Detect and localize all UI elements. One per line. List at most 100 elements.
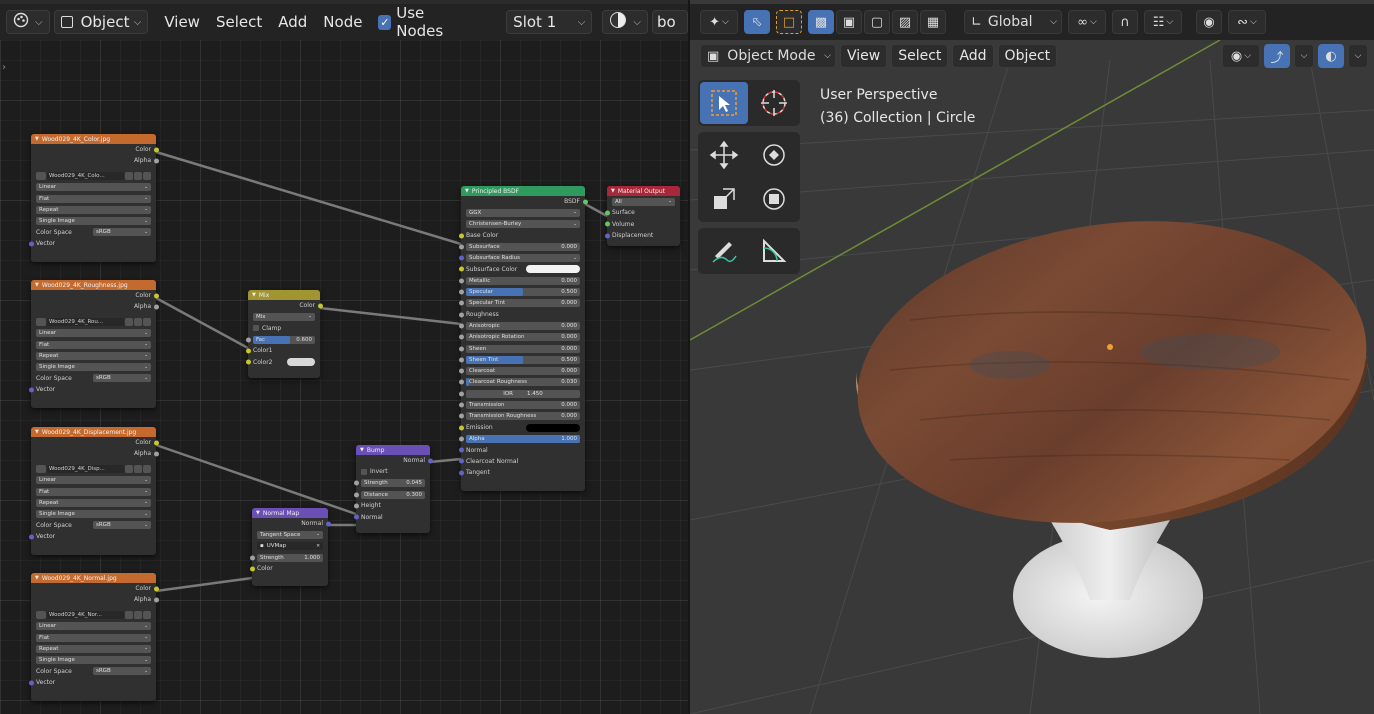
pivot-point-dropdown[interactable]: ∞ ⌵ [1068, 10, 1106, 34]
vector-socket-icon[interactable] [28, 241, 34, 247]
projection-dropdown[interactable]: Flat ⌄ [36, 487, 151, 496]
colorspace-dropdown[interactable]: sRGB ⌄ [93, 374, 151, 383]
vector-socket-icon[interactable] [458, 470, 464, 476]
color-socket-icon[interactable] [458, 266, 464, 272]
shader-node-editor[interactable]: ⌵ Object ⌵ View Select Add Node ✓ Use No… [0, 0, 688, 714]
material-browse-button[interactable]: ⌵ [602, 10, 648, 34]
color-socket-icon[interactable] [458, 425, 464, 431]
color-socket-icon[interactable] [317, 303, 323, 309]
annotate-tool[interactable] [700, 230, 748, 272]
colorspace-dropdown[interactable]: sRGB ⌄ [93, 228, 151, 237]
target-dropdown[interactable]: All ⌄ [612, 197, 675, 206]
overlays-toggle[interactable]: ◐ [1318, 44, 1344, 68]
image-icon[interactable] [36, 465, 46, 474]
vector-socket-icon[interactable] [427, 458, 433, 464]
image-selector[interactable]: Wood029_4K_Rou... [31, 317, 156, 328]
bsdf-value-field[interactable]: IOR 1.450 [466, 389, 580, 398]
float-socket-icon[interactable] [458, 391, 464, 397]
strength-field[interactable]: Strength 1.000 [257, 553, 323, 562]
vector-socket-icon[interactable] [28, 680, 34, 686]
strength-field[interactable]: Strength 0.045 [361, 479, 425, 488]
bsdf-value-field[interactable]: Sheen 0.000 [466, 344, 580, 353]
menu-select[interactable]: Select [210, 10, 268, 34]
image-icon[interactable] [36, 611, 46, 620]
float-socket-icon[interactable] [458, 244, 464, 250]
float-socket-icon[interactable] [153, 158, 159, 164]
select-box-mode-button[interactable]: □ [776, 10, 802, 34]
bsdf-value-field[interactable]: Subsurface 0.000 [466, 242, 580, 251]
projection-dropdown[interactable]: Flat ⌄ [36, 194, 151, 203]
mode-new-button[interactable]: ▩ [808, 10, 834, 34]
editor-type-button[interactable]: ⌵ [6, 10, 50, 34]
color-socket-icon[interactable] [153, 440, 159, 446]
color-socket-icon[interactable] [245, 348, 251, 354]
image-texture-node-roughness[interactable]: ▼ Wood029_4K_Roughness.jpg Color Alpha Wo… [28, 280, 159, 408]
image-name-field[interactable]: Wood029_4K_Rou... [47, 318, 124, 327]
mix-rgb-node[interactable]: ▼ Mix Color Mix ⌄ Clamp Fac 0.600 Color1 Co… [245, 290, 323, 378]
collapse-triangle-icon[interactable]: ▼ [465, 188, 469, 194]
collapse-triangle-icon[interactable]: ▼ [35, 429, 39, 435]
mode-intersect-button[interactable]: ▦ [920, 10, 946, 34]
shader-type-dropdown[interactable]: Object ⌵ [53, 10, 149, 34]
close-icon[interactable] [143, 611, 151, 620]
source-dropdown[interactable]: Single Image ⌄ [36, 656, 151, 665]
shader-socket-icon[interactable] [604, 210, 610, 216]
folder-icon[interactable] [134, 318, 142, 327]
bsdf-value-field[interactable]: Transmission Roughness 0.000 [466, 412, 580, 421]
float-socket-icon[interactable] [458, 379, 464, 385]
node-header[interactable]: ▼ Wood029_4K_Normal.jpg [31, 573, 156, 583]
float-socket-icon[interactable] [458, 346, 464, 351]
bsdf-value-field[interactable]: Sheen Tint 0.500 [466, 355, 580, 364]
material-output-node[interactable]: ▼ Material Output All ⌄ Surface Volume Dis… [604, 186, 680, 246]
node-header[interactable]: ▼ Mix [248, 290, 320, 300]
float-socket-icon[interactable] [153, 597, 159, 603]
float-socket-icon[interactable] [458, 334, 464, 340]
material-name-field[interactable]: bo [651, 10, 688, 34]
transform-tool[interactable] [750, 178, 798, 220]
bsdf-value-field[interactable]: Alpha 1.000 [466, 434, 580, 443]
3d-viewport[interactable]: ✦ ⌵ ⬁ □ ▩ ▣ ▢ ▨ ▦ ∟ Global ⌵ ∞ ⌵ ∩ ☷ ⌵ ◉ ∾ ⌵ ▣… [690, 0, 1374, 714]
source-dropdown[interactable]: Single Image ⌄ [36, 363, 151, 372]
color-swatch[interactable] [526, 423, 580, 432]
measure-tool[interactable] [750, 230, 798, 272]
close-icon[interactable] [143, 172, 151, 181]
extension-dropdown[interactable]: Repeat ⌄ [36, 644, 151, 653]
close-icon[interactable] [143, 465, 151, 474]
float-socket-icon[interactable] [353, 492, 359, 498]
image-selector[interactable]: Wood029_4K_Nor... [31, 610, 156, 621]
vector-socket-icon[interactable] [28, 387, 34, 393]
float-socket-icon[interactable] [458, 323, 464, 329]
material-slot-dropdown[interactable]: Slot 1 ⌵ [506, 10, 593, 34]
vector-socket-icon[interactable] [458, 255, 464, 261]
color-socket-icon[interactable] [458, 233, 464, 239]
table-top[interactable] [838, 190, 1374, 554]
image-texture-node-normal[interactable]: ▼ Wood029_4K_Normal.jpg Color Alpha Wood0… [28, 573, 159, 701]
fake-user-icon[interactable] [125, 318, 133, 327]
collapse-triangle-icon[interactable]: ▼ [360, 447, 364, 453]
colorspace-dropdown[interactable]: sRGB ⌄ [93, 521, 151, 530]
subsurface-method-dropdown[interactable]: Christensen-Burley ⌄ [466, 220, 580, 229]
interpolation-dropdown[interactable]: Linear ⌄ [36, 329, 151, 338]
node-header[interactable]: ▼ Wood029_4K_Color.jpg [31, 134, 156, 144]
image-icon[interactable] [36, 318, 46, 327]
projection-dropdown[interactable]: Flat ⌄ [36, 340, 151, 349]
fake-user-icon[interactable] [125, 465, 133, 474]
rotate-tool[interactable] [750, 134, 798, 176]
image-name-field[interactable]: Wood029_4K_Disp... [47, 465, 124, 474]
shader-socket-icon[interactable] [604, 221, 610, 227]
image-icon[interactable] [36, 172, 46, 181]
distribution-dropdown[interactable]: GGX ⌄ [466, 208, 580, 217]
mode-subtract-button[interactable]: ▢ [864, 10, 890, 34]
proportional-falloff-dropdown[interactable]: ∾ ⌵ [1228, 10, 1266, 34]
float-socket-icon[interactable] [458, 436, 464, 442]
colorspace-dropdown[interactable]: sRGB ⌄ [93, 667, 151, 676]
color-swatch[interactable] [287, 358, 315, 367]
use-nodes-toggle[interactable]: ✓ Use Nodes [372, 4, 470, 40]
float-socket-icon[interactable] [458, 289, 464, 295]
interpolation-dropdown[interactable]: Linear ⌄ [36, 622, 151, 631]
float-socket-icon[interactable] [458, 402, 464, 408]
collapse-triangle-icon[interactable]: ▼ [35, 575, 39, 581]
menu-view[interactable]: View [158, 10, 206, 34]
float-socket-icon[interactable] [458, 368, 464, 374]
bsdf-value-field[interactable]: Clearcoat 0.000 [466, 367, 580, 376]
